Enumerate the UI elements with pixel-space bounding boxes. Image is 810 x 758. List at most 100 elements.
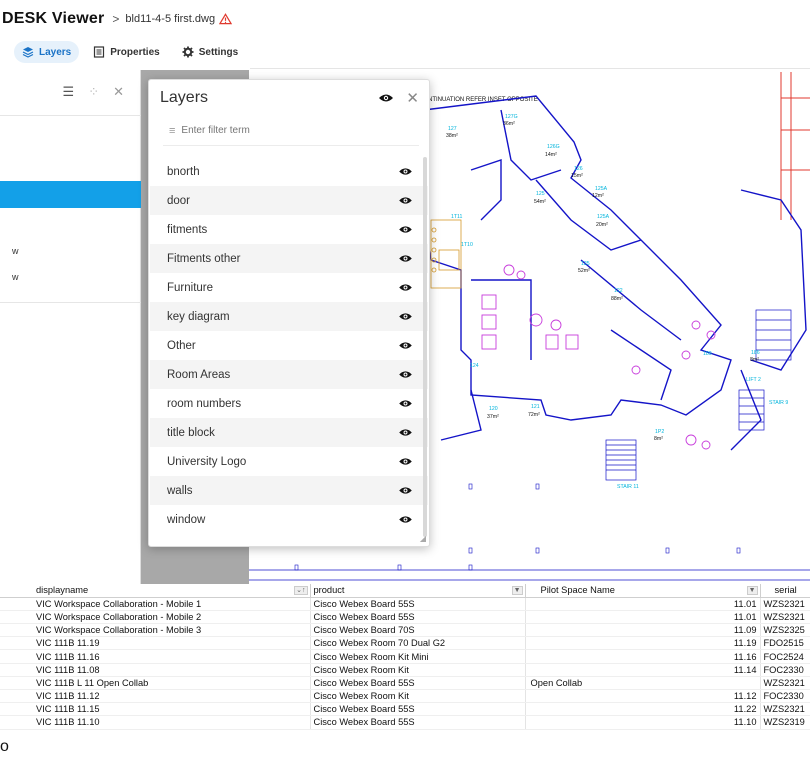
filter-dropdown-icon[interactable]: ▼	[746, 586, 758, 595]
cell-serial[interactable]: WZS2321	[759, 676, 810, 691]
layer-row[interactable]: door	[150, 186, 428, 215]
cell-pilot-space-name[interactable]: 11.22	[525, 702, 761, 717]
cell-product[interactable]: Cisco Webex Board 55S	[310, 676, 526, 691]
cell-product[interactable]: Cisco Webex Board 70S	[310, 623, 526, 638]
cell-serial[interactable]: WZS2319	[759, 715, 810, 730]
cell-displayname[interactable]: VIC Workspace Collaboration - Mobile 2	[0, 610, 311, 625]
layer-row[interactable]: bnorth	[150, 157, 428, 186]
cell-pilot-space-name[interactable]: 11.01	[525, 610, 761, 625]
eye-icon[interactable]	[398, 515, 413, 524]
list-item[interactable]: w	[12, 272, 19, 282]
cell-displayname[interactable]: VIC 111B 11.12	[0, 689, 311, 704]
cell-serial[interactable]: FOC2330	[759, 689, 810, 704]
cell-displayname[interactable]: VIC 111B 11.10	[0, 715, 311, 730]
layer-row[interactable]: Fitments other	[150, 244, 428, 273]
column-header-pilot-space-name[interactable]: Pilot Space Name ▼	[525, 584, 761, 598]
table-row[interactable]: VIC Workspace Collaboration - Mobile 1 Ci…	[0, 597, 810, 611]
cell-displayname[interactable]: VIC Workspace Collaboration - Mobile 1	[0, 597, 311, 611]
layer-row[interactable]: University Logo	[150, 447, 428, 476]
layer-name: University Logo	[167, 455, 247, 468]
cell-product[interactable]: Cisco Webex Board 55S	[310, 610, 526, 625]
cell-product[interactable]: Cisco Webex Room Kit	[310, 663, 526, 677]
eye-icon[interactable]	[398, 167, 413, 176]
cell-product[interactable]: Cisco Webex Board 55S	[310, 702, 526, 717]
sort-filter-icon[interactable]: ⌄↑	[294, 586, 308, 595]
eye-icon[interactable]	[398, 196, 413, 205]
filter-dropdown-icon[interactable]: ▼	[511, 586, 523, 595]
eye-icon[interactable]	[398, 486, 413, 495]
table-row[interactable]: VIC 111B 11.19 Cisco Webex Room 70 Dual G…	[0, 636, 810, 651]
table-row[interactable]: VIC 111B 11.16 Cisco Webex Room Kit Mini 1…	[0, 649, 810, 664]
resize-grip-icon[interactable]: ◢	[420, 534, 426, 543]
cell-serial[interactable]: WZS2321	[759, 610, 810, 625]
cell-pilot-space-name[interactable]: 11.16	[525, 649, 761, 664]
cell-product[interactable]: Cisco Webex Board 55S	[310, 597, 526, 611]
cell-displayname[interactable]: VIC 111B 11.08	[0, 663, 311, 677]
tab-layers[interactable]: Layers	[14, 41, 80, 63]
warning-icon[interactable]	[219, 13, 233, 25]
cell-displayname[interactable]: VIC Workspace Collaboration - Mobile 3	[0, 623, 311, 638]
cell-product[interactable]: Cisco Webex Room Kit Mini	[310, 649, 526, 664]
eye-icon[interactable]	[398, 428, 413, 437]
layer-row[interactable]: window	[150, 505, 428, 534]
cell-pilot-space-name[interactable]: 11.10	[525, 715, 761, 730]
cell-displayname[interactable]: VIC 111B 11.15	[0, 702, 311, 717]
cell-serial[interactable]: WZS2325	[759, 623, 810, 638]
eye-icon[interactable]	[398, 312, 413, 321]
tab-settings[interactable]: Settings	[174, 41, 246, 63]
grid-view-icon[interactable]: ⁘	[88, 84, 99, 100]
cell-pilot-space-name[interactable]: Open Collab	[525, 676, 761, 691]
list-view-icon[interactable]: ☰	[63, 84, 75, 100]
filter-input[interactable]	[181, 125, 382, 136]
eye-icon[interactable]	[398, 370, 413, 379]
layer-row[interactable]: title block	[150, 418, 428, 447]
cell-product[interactable]: Cisco Webex Board 55S	[310, 715, 526, 730]
table-row[interactable]: VIC Workspace Collaboration - Mobile 2 Ci…	[0, 610, 810, 625]
eye-icon[interactable]	[398, 225, 413, 234]
table-row[interactable]: VIC 111B 11.10 Cisco Webex Board 55S 11.10…	[0, 715, 810, 730]
layer-list-scrollbar[interactable]	[423, 157, 427, 537]
table-row[interactable]: VIC 111B 11.08 Cisco Webex Room Kit 11.14 F…	[0, 663, 810, 677]
eye-icon[interactable]	[398, 341, 413, 350]
close-icon[interactable]: ✕	[113, 84, 124, 100]
layer-row[interactable]: fitments	[150, 215, 428, 244]
cell-pilot-space-name[interactable]: 11.09	[525, 623, 761, 638]
cell-displayname[interactable]: VIC 111B L 11 Open Collab	[0, 676, 311, 691]
layer-row[interactable]: Room Areas	[150, 360, 428, 389]
layer-row[interactable]: Other	[150, 331, 428, 360]
cell-serial[interactable]: WZS2321	[759, 702, 810, 717]
layer-row[interactable]: Furniture	[150, 273, 428, 302]
column-header-displayname[interactable]: displayname ⌄↑	[0, 584, 311, 598]
cell-pilot-space-name[interactable]: 11.12	[525, 689, 761, 704]
cell-serial[interactable]: FOC2524	[759, 649, 810, 664]
table-row[interactable]: VIC 111B L 11 Open Collab Cisco Webex Boa…	[0, 676, 810, 691]
layer-row[interactable]: key diagram	[150, 302, 428, 331]
eye-icon[interactable]	[398, 254, 413, 263]
table-row[interactable]: VIC Workspace Collaboration - Mobile 3 Ci…	[0, 623, 810, 638]
tab-properties[interactable]: Properties	[85, 41, 167, 63]
eye-icon[interactable]	[398, 283, 413, 292]
column-header-product[interactable]: product ▼	[310, 584, 526, 598]
eye-icon[interactable]	[398, 399, 413, 408]
column-header-serial[interactable]: serial	[759, 584, 810, 598]
cell-product[interactable]: Cisco Webex Room Kit	[310, 689, 526, 704]
selected-list-item[interactable]	[0, 181, 141, 208]
table-row[interactable]: VIC 111B 11.15 Cisco Webex Board 55S 11.22…	[0, 702, 810, 717]
cell-displayname[interactable]: VIC 111B 11.16	[0, 649, 311, 664]
eye-icon[interactable]	[398, 457, 413, 466]
breadcrumb-file-name[interactable]: bld11-4-5 first.dwg	[125, 13, 215, 25]
cell-displayname[interactable]: VIC 111B 11.19	[0, 636, 311, 651]
cell-product[interactable]: Cisco Webex Room 70 Dual G2	[310, 636, 526, 651]
cell-pilot-space-name[interactable]: 11.19	[525, 636, 761, 651]
cell-pilot-space-name[interactable]: 11.14	[525, 663, 761, 677]
cell-serial[interactable]: WZS2321	[759, 597, 810, 611]
table-row[interactable]: VIC 111B 11.12 Cisco Webex Room Kit 11.12 F…	[0, 689, 810, 704]
close-icon[interactable]: ✕	[406, 89, 419, 107]
list-item[interactable]: w	[12, 246, 19, 256]
cell-serial[interactable]: FOC2330	[759, 663, 810, 677]
layer-row[interactable]: walls	[150, 476, 428, 505]
eye-icon[interactable]	[378, 93, 394, 103]
cell-serial[interactable]: FDO2515	[759, 636, 810, 651]
cell-pilot-space-name[interactable]: 11.01	[525, 597, 761, 611]
layer-row[interactable]: room numbers	[150, 389, 428, 418]
